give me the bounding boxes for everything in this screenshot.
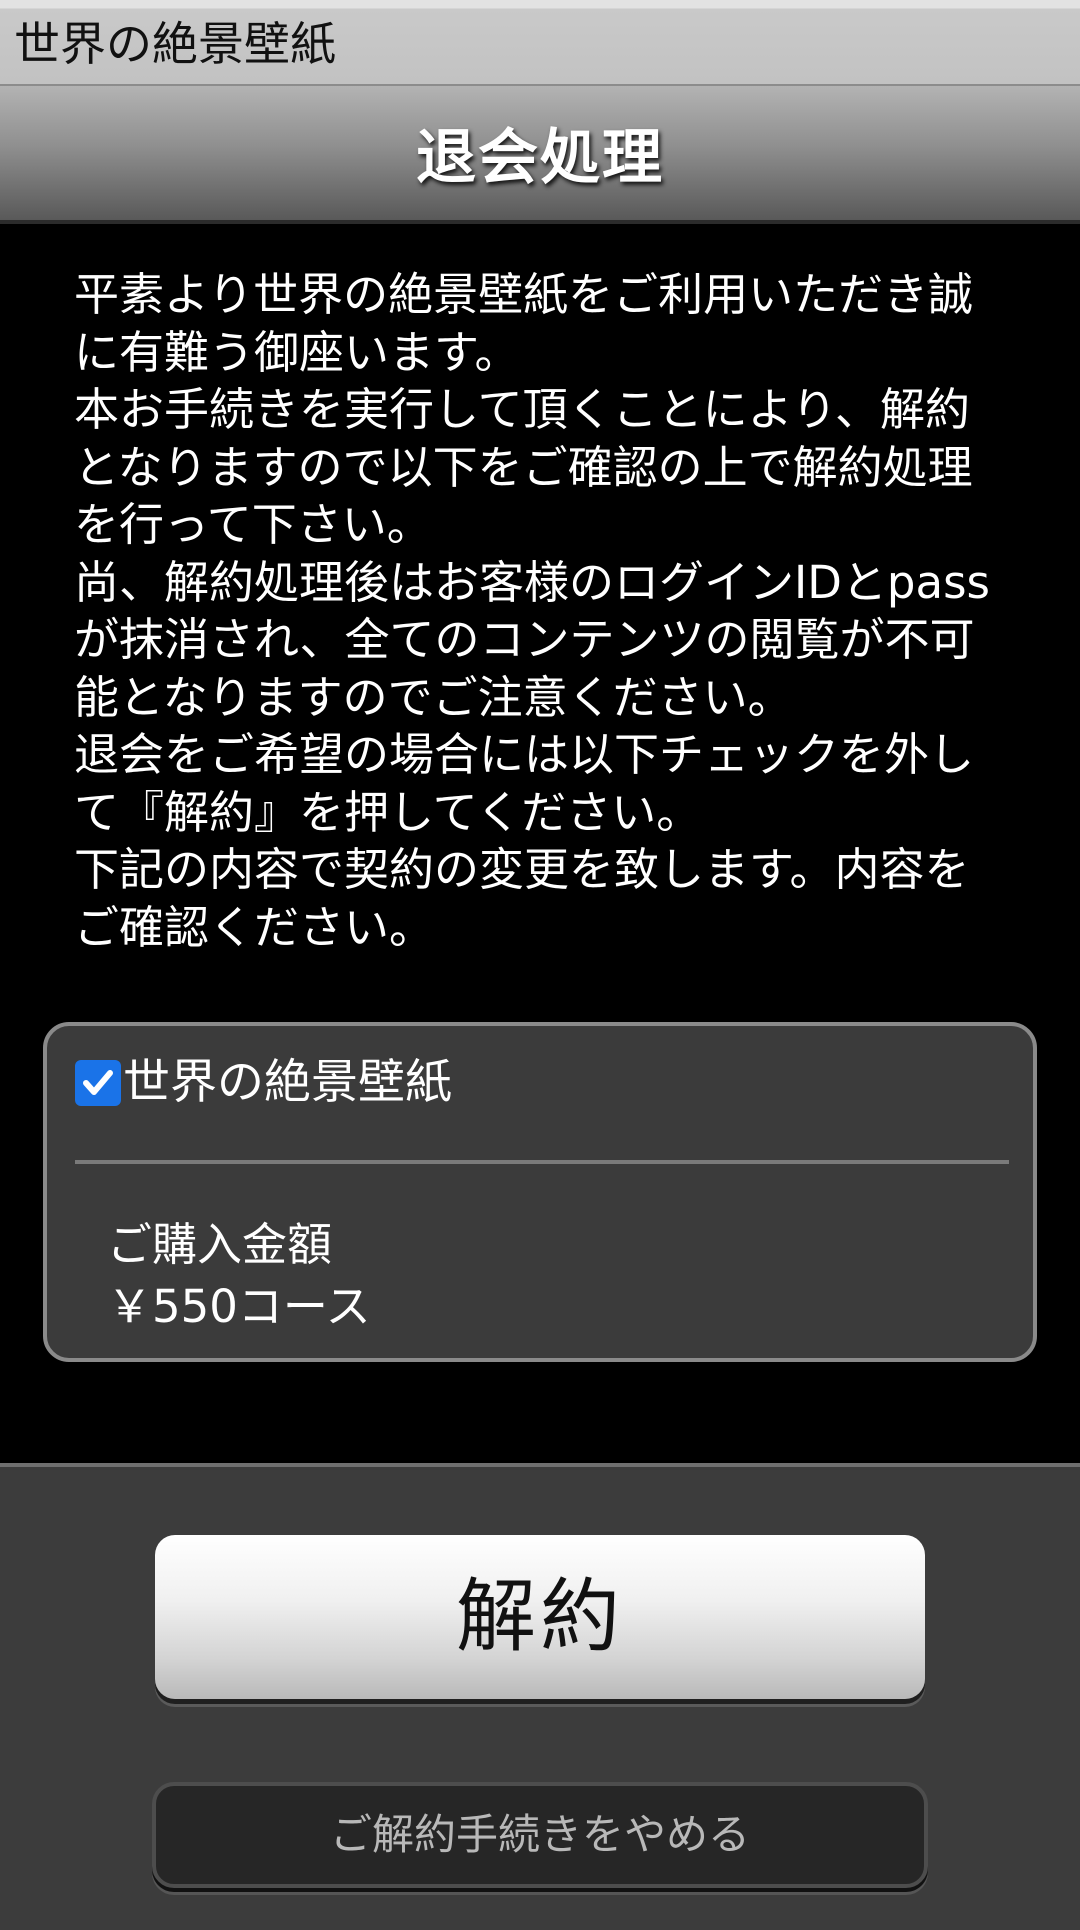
page-header: 退会処理 (0, 86, 1080, 224)
notice-line: を行って下さい。 (74, 498, 432, 551)
card-divider (75, 1160, 1009, 1164)
notice-line: 下記の内容で契約の変更を致します。内容を (74, 843, 970, 896)
notice-line: ご確認ください。 (74, 900, 435, 954)
subscription-name: 世界の絶景壁紙 (123, 1055, 452, 1110)
notice-line: に有難う御座います。 (74, 325, 520, 379)
notice-line: 本お手続きを実行して頂くことにより、解約 (74, 383, 970, 436)
notice-text: 平素より世界の絶景壁紙をご利用いただき誠 に有難う御座います。 本お手続きを実行… (74, 266, 1034, 956)
cancel-subscription-button[interactable]: 解約 (155, 1535, 925, 1699)
notice-line: 退会をご希望の場合には以下チェックを外し (74, 728, 975, 781)
notice-line: 尚、解約処理後はお客様のログインIDとpass (74, 555, 990, 609)
stop-cancellation-button[interactable]: ご解約手続きをやめる (152, 1782, 928, 1888)
notice-line: 平素より世界の絶景壁紙をご利用いただき誠 (74, 268, 974, 321)
cancel-subscription-label: 解約 (456, 1570, 624, 1663)
subscription-checkbox[interactable] (75, 1060, 121, 1106)
notice-line: 能となりますのでご注意ください。 (74, 670, 793, 724)
price-value: ￥550コース (107, 1280, 371, 1333)
page-title: 退会処理 (416, 123, 664, 193)
app-titlebar: 世界の絶景壁紙 (0, 0, 1080, 86)
notice-line: が抹消され、全てのコンテンツの閲覧が不可 (74, 613, 975, 666)
subscription-card: 世界の絶景壁紙 ご購入金額 ￥550コース (43, 1022, 1037, 1362)
stop-cancellation-label: ご解約手続きをやめる (329, 1810, 750, 1859)
app-title: 世界の絶景壁紙 (14, 17, 336, 71)
subscription-check-row[interactable]: 世界の絶景壁紙 (75, 1052, 452, 1114)
price-label: ご購入金額 (107, 1218, 333, 1271)
notice-line: て『解約』を押してください。 (74, 785, 702, 839)
notice-line: となりますので以下をご確認の上で解約処理 (74, 440, 973, 494)
checkmark-icon (83, 1070, 113, 1095)
